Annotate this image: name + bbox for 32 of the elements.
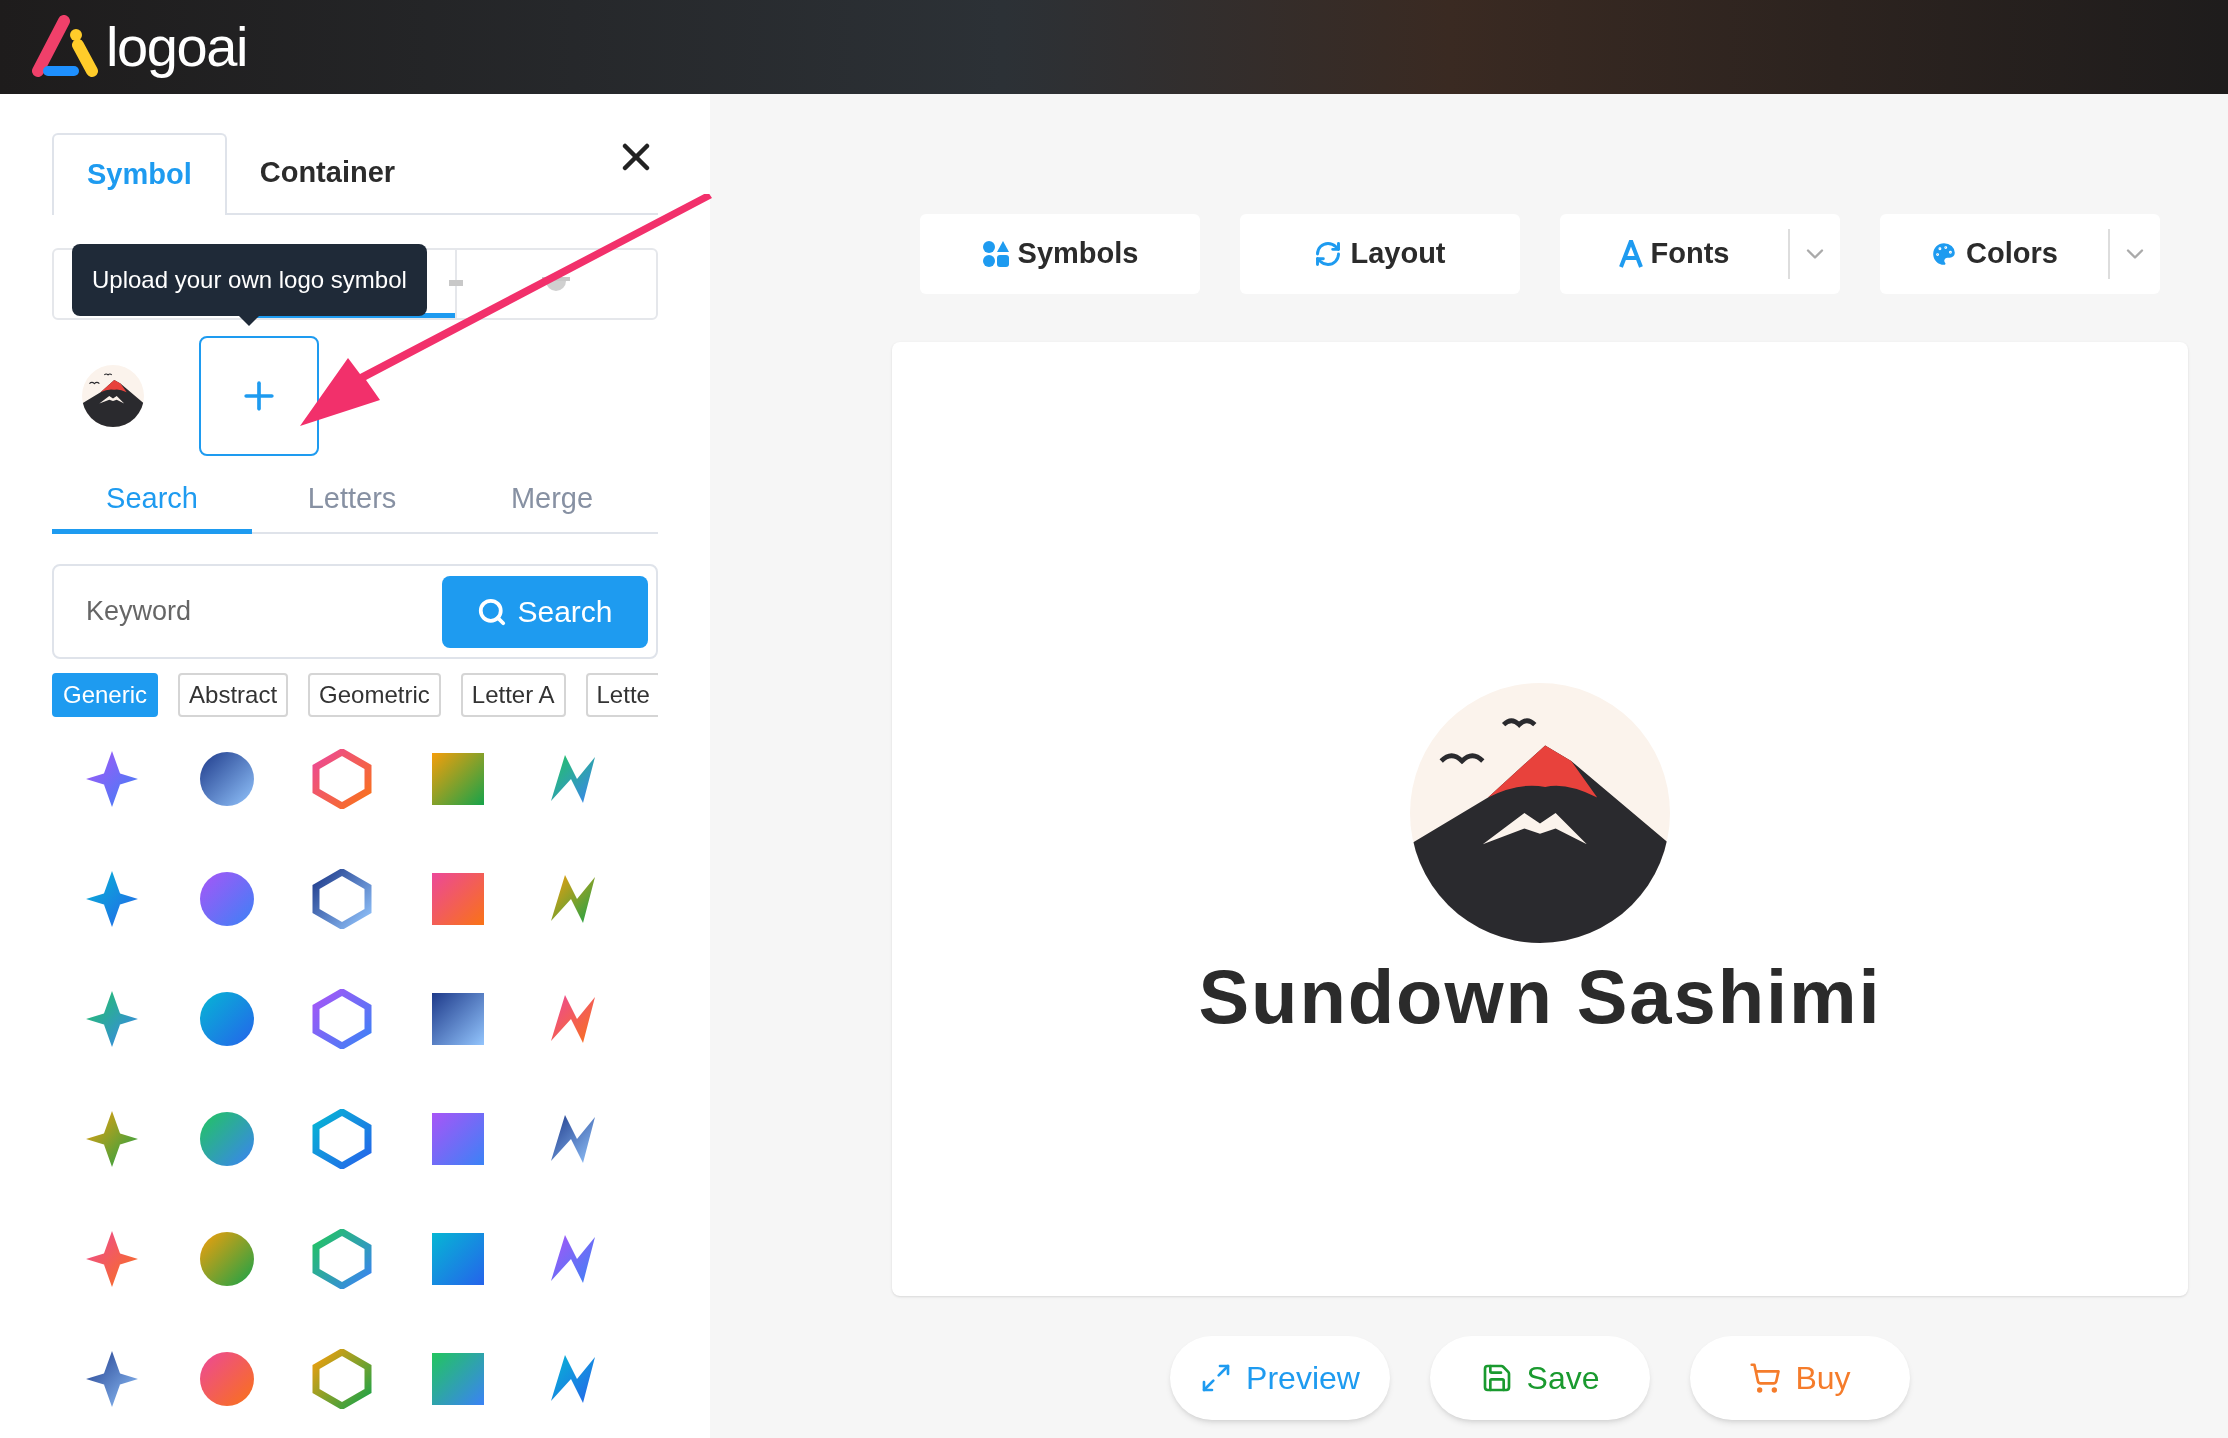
action-button[interactable]: Buy — [1690, 1336, 1910, 1420]
category-chip[interactable]: Lette — [585, 673, 658, 717]
toolbar-button[interactable]: Symbols — [920, 214, 1200, 294]
abstract-symbol-icon[interactable] — [312, 1229, 373, 1289]
toolbar-button[interactable]: Colors — [1880, 214, 2160, 294]
panel-tab[interactable]: Symbol — [52, 133, 227, 215]
sub-tab[interactable]: Letters — [252, 468, 452, 534]
cart-icon — [1749, 1362, 1782, 1394]
action-button[interactable]: Preview — [1170, 1336, 1390, 1420]
sub-tab[interactable]: Search — [52, 468, 252, 534]
category-chip[interactable]: Abstract — [178, 673, 289, 717]
abstract-symbol-icon[interactable] — [312, 989, 373, 1049]
shapes-icon — [981, 240, 1010, 268]
category-chip[interactable]: Geometric — [308, 673, 441, 717]
panel-tab[interactable]: Container — [226, 133, 429, 213]
sub-tab[interactable]: Merge — [452, 468, 652, 534]
search-icon — [477, 596, 508, 627]
tooltip-pointer — [237, 314, 262, 326]
letter-icon — [1618, 240, 1643, 268]
category-chip[interactable]: Letter A — [460, 673, 566, 717]
abstract-symbol-icon[interactable] — [312, 749, 373, 809]
search-button[interactable]: Search — [442, 575, 648, 648]
abstract-symbol-icon[interactable] — [312, 869, 373, 929]
dash-icon — [448, 280, 463, 286]
refresh-icon — [1314, 240, 1343, 268]
toolbar-button[interactable]: Layout — [1240, 214, 1520, 294]
abstract-symbol-icon[interactable] — [312, 1109, 373, 1169]
logo-title: Sundown Sashimi — [1198, 959, 1882, 1035]
category-chip[interactable]: Generic — [52, 673, 159, 717]
search-field[interactable]: Keyword Search — [52, 564, 658, 659]
action-button[interactable]: Save — [1430, 1336, 1650, 1420]
toolbar-button[interactable]: Fonts — [1560, 214, 1840, 294]
